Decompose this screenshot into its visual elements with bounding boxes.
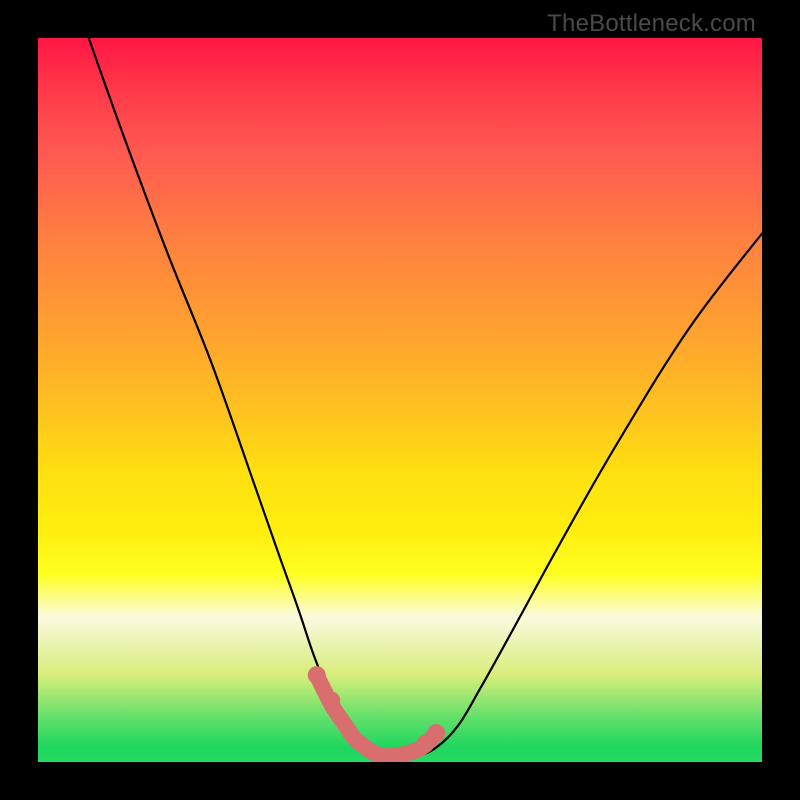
watermark-text: TheBottleneck.com <box>547 10 756 38</box>
curve-svg <box>38 38 762 762</box>
bottleneck-curve <box>89 38 762 757</box>
min-region-dot <box>427 724 445 742</box>
min-region-dot <box>322 692 340 710</box>
chart-frame: TheBottleneck.com <box>0 0 800 800</box>
min-region-dot <box>308 666 326 684</box>
plot-area <box>38 38 762 762</box>
